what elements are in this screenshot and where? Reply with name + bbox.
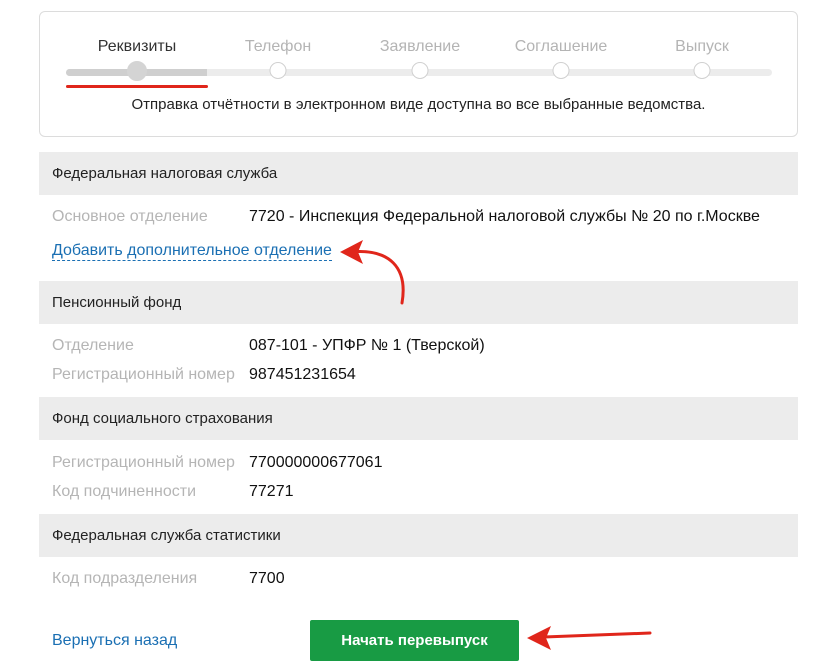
step-node-3: [411, 62, 429, 79]
field-value: 7720 - Инспекция Федеральной налоговой с…: [249, 208, 760, 225]
step-vypusk[interactable]: Выпуск: [675, 38, 729, 56]
section-header-fns: Федеральная налоговая служба: [39, 152, 798, 195]
annotation-underline: [66, 85, 208, 88]
section-header-rosstat: Федеральная служба статистики: [39, 514, 798, 557]
stepper-note: Отправка отчётности в электронном виде д…: [131, 96, 706, 113]
field-label: Отделение: [52, 337, 134, 354]
field-value: 7700: [249, 570, 285, 587]
step-node-4: [552, 62, 570, 79]
step-node-5: [693, 62, 711, 79]
step-rekvizity[interactable]: Реквизиты: [98, 38, 176, 56]
arrow-to-start-button: [527, 626, 652, 650]
field-value: 987451231654: [249, 366, 356, 383]
field-label: Код подразделения: [52, 570, 198, 587]
start-reissue-button[interactable]: Начать перевыпуск: [310, 620, 519, 661]
field-label: Код подчиненности: [52, 483, 197, 500]
step-node-2: [269, 62, 287, 79]
field-value: 770000000677061: [249, 454, 383, 471]
field-label: Регистрационный номер: [52, 366, 235, 383]
field-value: 77271: [249, 483, 294, 500]
field-label: Основное отделение: [52, 208, 208, 225]
section-header-pfr: Пенсионный фонд: [39, 281, 798, 324]
step-zayavlenie[interactable]: Заявление: [380, 38, 460, 56]
step-soglashenie[interactable]: Соглашение: [515, 38, 608, 56]
add-branch-link[interactable]: Добавить дополнительное отделение: [52, 242, 332, 261]
step-node-1: [127, 61, 147, 81]
section-header-fss: Фонд социального страхования: [39, 397, 798, 440]
back-link[interactable]: Вернуться назад: [52, 632, 177, 650]
field-value: 087-101 - УПФР № 1 (Тверской): [249, 337, 485, 354]
progress-stepper: Реквизиты Телефон Заявление Соглашение В…: [39, 11, 798, 137]
field-label: Регистрационный номер: [52, 454, 235, 471]
step-telefon[interactable]: Телефон: [245, 38, 311, 56]
